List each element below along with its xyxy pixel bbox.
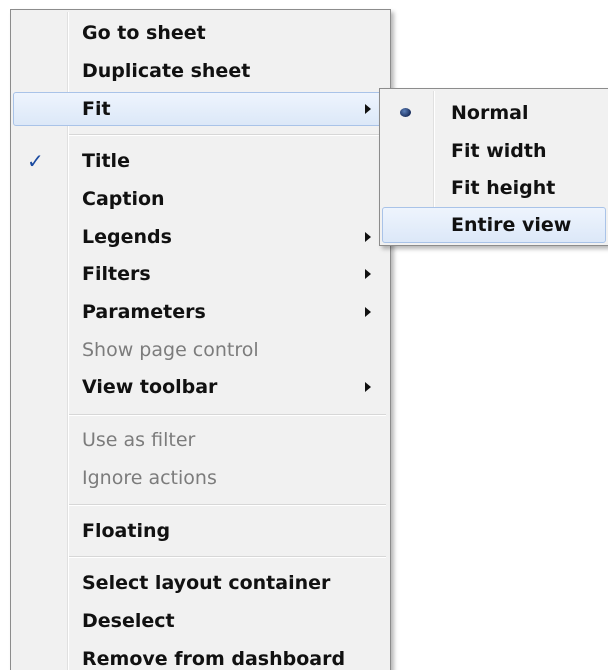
menu-item-show-page-control: Show page control	[13, 333, 388, 367]
submenu-arrow-icon	[365, 307, 371, 317]
submenu-arrow-icon	[365, 232, 371, 242]
menu-separator	[69, 414, 386, 416]
menu-item-remove-from-dashboard[interactable]: Remove from dashboard	[13, 642, 388, 670]
menu-separator	[69, 134, 386, 136]
submenu-item-label: Fit height	[451, 177, 556, 199]
menu-item-ignore-actions: Ignore actions	[13, 461, 388, 495]
submenu-item-entire-view[interactable]: Entire view	[382, 207, 606, 243]
menu-item-deselect[interactable]: Deselect	[13, 604, 388, 638]
menu-item-floating[interactable]: Floating	[13, 514, 388, 548]
submenu-item-fit-width[interactable]: Fit width	[382, 133, 606, 169]
submenu-arrow-icon	[365, 269, 371, 279]
menu-item-fit[interactable]: Fit	[13, 92, 388, 126]
menu-item-label: Legends	[82, 226, 172, 248]
menu-item-parameters[interactable]: Parameters	[13, 295, 388, 329]
menu-item-label: Floating	[82, 520, 171, 542]
menu-item-label: Select layout container	[82, 572, 331, 594]
radio-dot-icon	[400, 108, 411, 117]
submenu-item-label: Fit width	[451, 140, 547, 162]
menu-item-label: Duplicate sheet	[82, 60, 251, 82]
menu-item-title[interactable]: ✓ Title	[13, 144, 388, 178]
submenu-arrow-icon	[365, 104, 371, 114]
menu-item-label: Remove from dashboard	[82, 648, 346, 670]
menu-item-use-as-filter: Use as filter	[13, 423, 388, 457]
menu-item-label: Title	[82, 150, 130, 172]
submenu-item-label: Normal	[451, 102, 529, 124]
menu-separator	[69, 504, 386, 506]
menu-item-view-toolbar[interactable]: View toolbar	[13, 370, 388, 404]
screen: Go to sheet Duplicate sheet Fit ✓ Title …	[0, 0, 608, 670]
menu-item-label: View toolbar	[82, 376, 218, 398]
menu-item-label: Filters	[82, 263, 151, 285]
menu-item-label: Show page control	[82, 339, 259, 361]
submenu-item-normal[interactable]: Normal	[382, 95, 606, 131]
menu-item-label: Parameters	[82, 301, 206, 323]
submenu-arrow-icon	[365, 382, 371, 392]
menu-item-label: Caption	[82, 188, 165, 210]
menu-item-select-layout-container[interactable]: Select layout container	[13, 566, 388, 600]
menu-item-label: Deselect	[82, 610, 175, 632]
submenu-item-fit-height[interactable]: Fit height	[382, 170, 606, 206]
menu-item-label: Use as filter	[82, 429, 196, 451]
submenu-item-label: Entire view	[451, 214, 572, 236]
menu-item-legends[interactable]: Legends	[13, 220, 388, 254]
context-menu: Go to sheet Duplicate sheet Fit ✓ Title …	[10, 9, 391, 670]
menu-item-caption[interactable]: Caption	[13, 182, 388, 216]
menu-item-go-to-sheet[interactable]: Go to sheet	[13, 16, 388, 50]
menu-item-duplicate-sheet[interactable]: Duplicate sheet	[13, 54, 388, 88]
checkmark-icon: ✓	[27, 149, 44, 173]
menu-item-label: Fit	[82, 98, 111, 120]
menu-separator	[69, 556, 386, 558]
menu-item-label: Ignore actions	[82, 467, 217, 489]
menu-item-filters[interactable]: Filters	[13, 257, 388, 291]
menu-item-label: Go to sheet	[82, 22, 206, 44]
fit-submenu: Normal Fit width Fit height Entire view	[379, 88, 608, 246]
